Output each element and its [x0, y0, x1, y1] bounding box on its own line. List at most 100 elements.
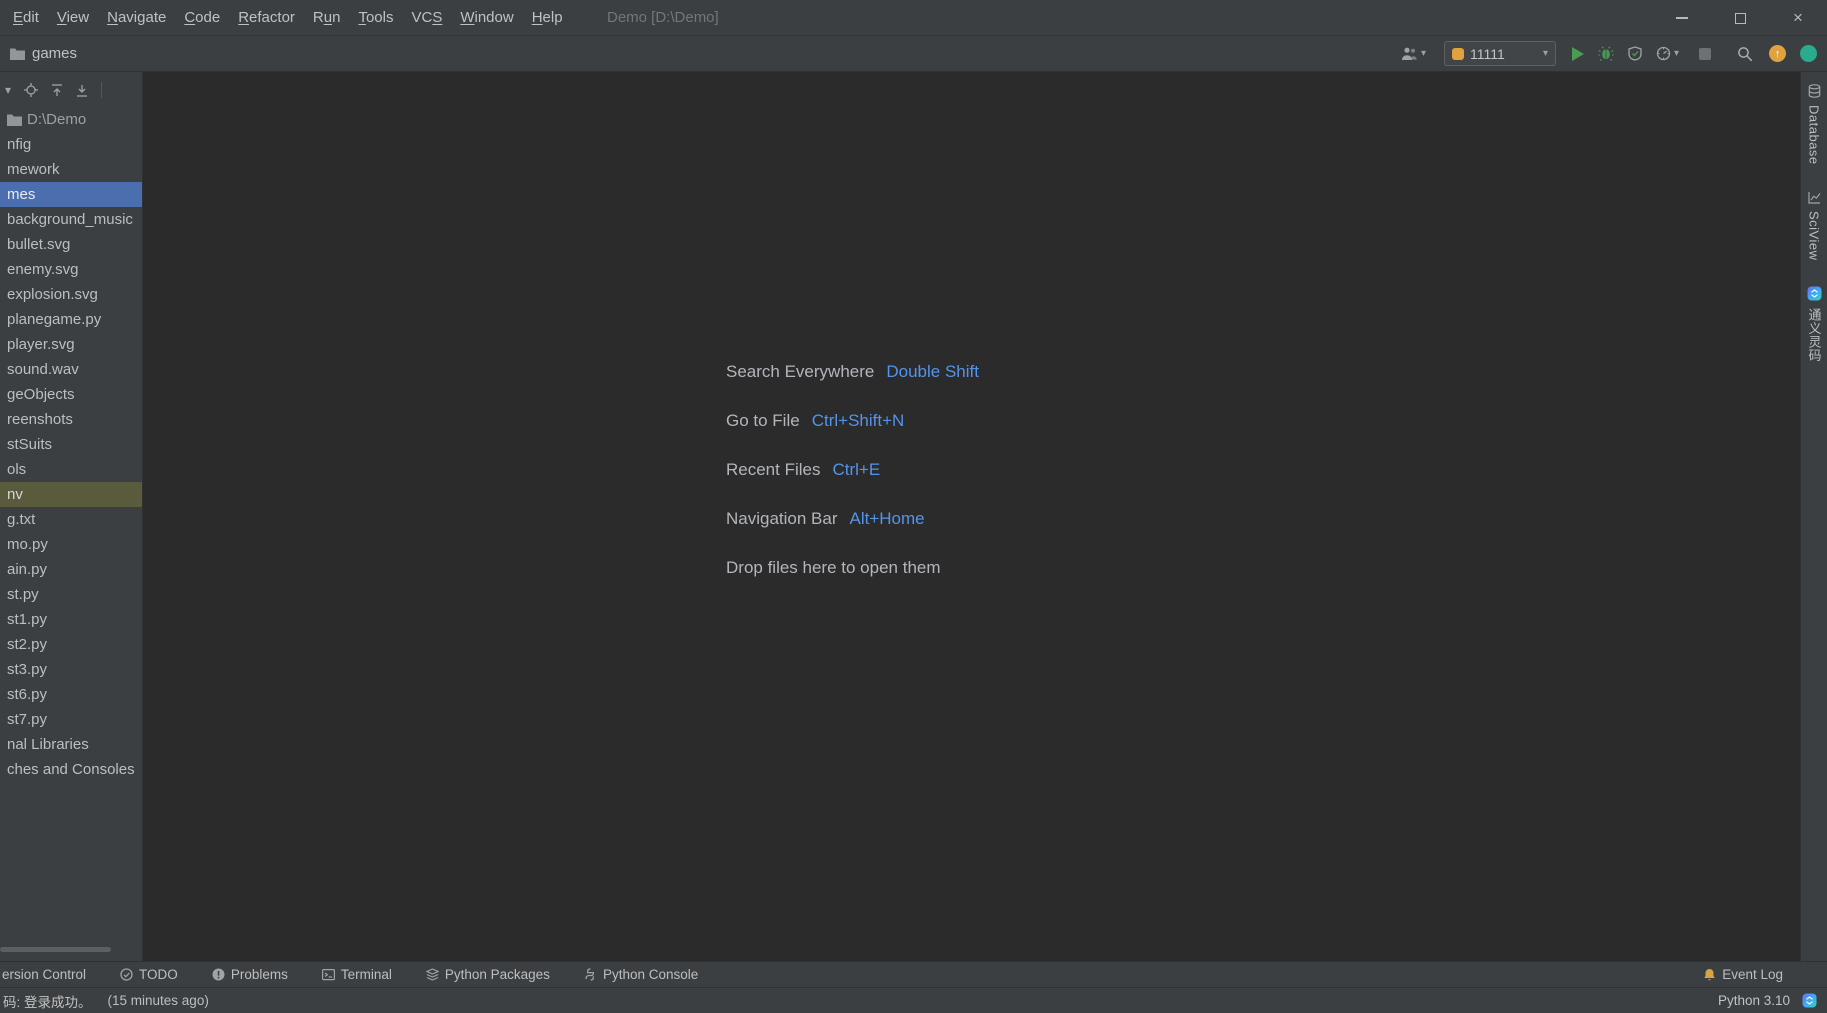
tree-item-reenshots[interactable]: reenshots	[0, 407, 142, 432]
menu-run[interactable]: Run	[304, 0, 350, 35]
tool-window-bar: ersion Control TODO Problems Terminal Python…	[0, 961, 1827, 987]
window-title: Demo [D:\Demo]	[607, 9, 719, 26]
menu-window[interactable]: Window	[451, 0, 522, 35]
tree-item-ches-and-consoles[interactable]: ches and Consoles	[0, 757, 142, 782]
tool-window-button-ersion-control[interactable]: ersion Control	[2, 967, 86, 982]
tree-item-st3-py[interactable]: st3.py	[0, 657, 142, 682]
collapse-all-icon[interactable]	[76, 84, 88, 97]
python-interpreter-label[interactable]: Python 3.10	[1718, 993, 1790, 1008]
menu-help[interactable]: Help	[523, 0, 572, 35]
tree-item-enemy-svg[interactable]: enemy.svg	[0, 257, 142, 282]
hint-label: Go to File	[726, 410, 800, 430]
editor-start-hints: Search Everywhere Double Shift Go to File C…	[726, 347, 979, 592]
tree-item-player-svg[interactable]: player.svg	[0, 332, 142, 357]
main-toolbar: games ▾ 11111 ▾ ▾ ↑	[0, 36, 1827, 72]
project-view-dropdown[interactable]: ▾	[5, 83, 11, 97]
stripe-tab-label: Database	[1806, 105, 1822, 165]
profiler-button[interactable]: ▾	[1656, 46, 1679, 61]
tongyi-icon[interactable]	[1802, 993, 1817, 1008]
run-config-select[interactable]: 11111 ▾	[1443, 41, 1556, 66]
tree-item-mo-py[interactable]: mo.py	[0, 532, 142, 557]
menu-vcs[interactable]: VCS	[402, 0, 451, 35]
chevron-down-icon: ▾	[1542, 47, 1548, 59]
tree-item-bullet-svg[interactable]: bullet.svg	[0, 232, 142, 257]
tree-item-label: mework	[7, 161, 60, 178]
tree-item-background-music[interactable]: background_music	[0, 207, 142, 232]
tree-item-label: mes	[7, 186, 36, 203]
status-indicator-icon[interactable]	[1800, 45, 1817, 62]
tree-item-st6-py[interactable]: st6.py	[0, 682, 142, 707]
menu-refactor[interactable]: Refactor	[229, 0, 304, 35]
tree-item-ain-py[interactable]: ain.py	[0, 557, 142, 582]
minimize-button[interactable]	[1653, 0, 1711, 36]
tree-item-label: reenshots	[7, 411, 73, 428]
minimize-icon	[1676, 17, 1688, 19]
tree-item-planegame-py[interactable]: planegame.py	[0, 307, 142, 332]
run-config-label: 11111	[1469, 45, 1505, 62]
tree-item-label: nal Libraries	[7, 736, 89, 753]
horizontal-scrollbar[interactable]	[0, 947, 111, 952]
tree-item-nal-libraries[interactable]: nal Libraries	[0, 732, 142, 757]
editor-hint-line: Navigation Bar Alt+Home	[726, 494, 979, 543]
tool-window-button-terminal[interactable]: Terminal	[321, 967, 392, 982]
tool-window-button-problems[interactable]: Problems	[212, 967, 288, 982]
run-button[interactable]	[1571, 46, 1584, 61]
menu-view[interactable]: View	[48, 0, 98, 35]
breadcrumb[interactable]: games	[0, 45, 77, 62]
editor-hint-line: Recent Files Ctrl+E	[726, 445, 979, 494]
tree-item-label: st7.py	[7, 711, 48, 728]
tree-item-d-demo[interactable]: D:\Demo	[0, 107, 142, 132]
tree-item-st2-py[interactable]: st2.py	[0, 632, 142, 657]
stripe-tab-database[interactable]: Database	[1807, 84, 1822, 165]
tree-item-st1-py[interactable]: st1.py	[0, 607, 142, 632]
status-message: 码: 登录成功。	[3, 994, 92, 1010]
tool-window-button-event-log[interactable]: Event Log	[1703, 967, 1783, 982]
tree-item-sound-wav[interactable]: sound.wav	[0, 357, 142, 382]
stop-button[interactable]	[1699, 47, 1711, 60]
status-timestamp: (15 minutes ago)	[107, 993, 209, 1008]
tree-item-geobjects[interactable]: geObjects	[0, 382, 142, 407]
tree-item-st-py[interactable]: st.py	[0, 582, 142, 607]
tree-item-nv[interactable]: nv	[0, 482, 142, 507]
tool-window-button-todo[interactable]: TODO	[120, 967, 178, 982]
tool-window-button-label: Python Packages	[444, 967, 550, 982]
chevron-down-icon: ▾	[1673, 47, 1679, 59]
hint-label: Recent Files	[726, 459, 821, 479]
editor-hint-line: Drop files here to open them	[726, 543, 979, 592]
hint-label: Drop files here to open them	[726, 557, 941, 577]
project-tool-window: ▾ D:\Demo nfig mework mes background_music bu…	[0, 72, 143, 961]
menu-code[interactable]: Code	[175, 0, 229, 35]
stripe-tab-sciview[interactable]: SciView	[1807, 191, 1822, 260]
expand-all-icon[interactable]	[51, 83, 63, 97]
close-button[interactable]: ×	[1769, 0, 1827, 36]
editor-hint-line: Go to File Ctrl+Shift+N	[726, 396, 979, 445]
tree-item-ols[interactable]: ols	[0, 457, 142, 482]
stripe-tab-item[interactable]: 通义灵码	[1805, 286, 1824, 362]
debug-button[interactable]	[1598, 46, 1614, 61]
ide-update-button[interactable]: ↑	[1769, 45, 1786, 62]
code-with-me-users-button[interactable]: ▾	[1401, 46, 1426, 61]
tree-item-st7-py[interactable]: st7.py	[0, 707, 142, 732]
tool-window-button-python-console[interactable]: Python Console	[584, 967, 698, 982]
menu-edit[interactable]: Edit	[4, 0, 48, 35]
tool-window-button-python-packages[interactable]: Python Packages	[425, 967, 550, 982]
run-with-coverage-button[interactable]	[1628, 46, 1642, 61]
todo-icon	[120, 968, 133, 981]
select-opened-file-icon[interactable]	[24, 83, 39, 97]
menu-navigate[interactable]: Navigate	[98, 0, 175, 35]
maximize-button[interactable]	[1711, 0, 1769, 36]
menu-tools[interactable]: Tools	[349, 0, 402, 35]
tool-window-buttons-left: ersion Control TODO Problems Terminal Python…	[2, 967, 698, 982]
tree-item-mes[interactable]: mes	[0, 182, 142, 207]
profiler-icon	[1656, 46, 1671, 61]
tree-item-label: st3.py	[7, 661, 48, 678]
packages-icon	[425, 968, 439, 981]
tree-item-g-txt[interactable]: g.txt	[0, 507, 142, 532]
tree-item-mework[interactable]: mework	[0, 157, 142, 182]
folder-icon	[10, 47, 25, 60]
tree-item-stsuits[interactable]: stSuits	[0, 432, 142, 457]
tree-item-explosion-svg[interactable]: explosion.svg	[0, 282, 142, 307]
search-everywhere-button[interactable]	[1737, 46, 1753, 62]
tool-window-button-label: Terminal	[340, 967, 392, 982]
tree-item-nfig[interactable]: nfig	[0, 132, 142, 157]
